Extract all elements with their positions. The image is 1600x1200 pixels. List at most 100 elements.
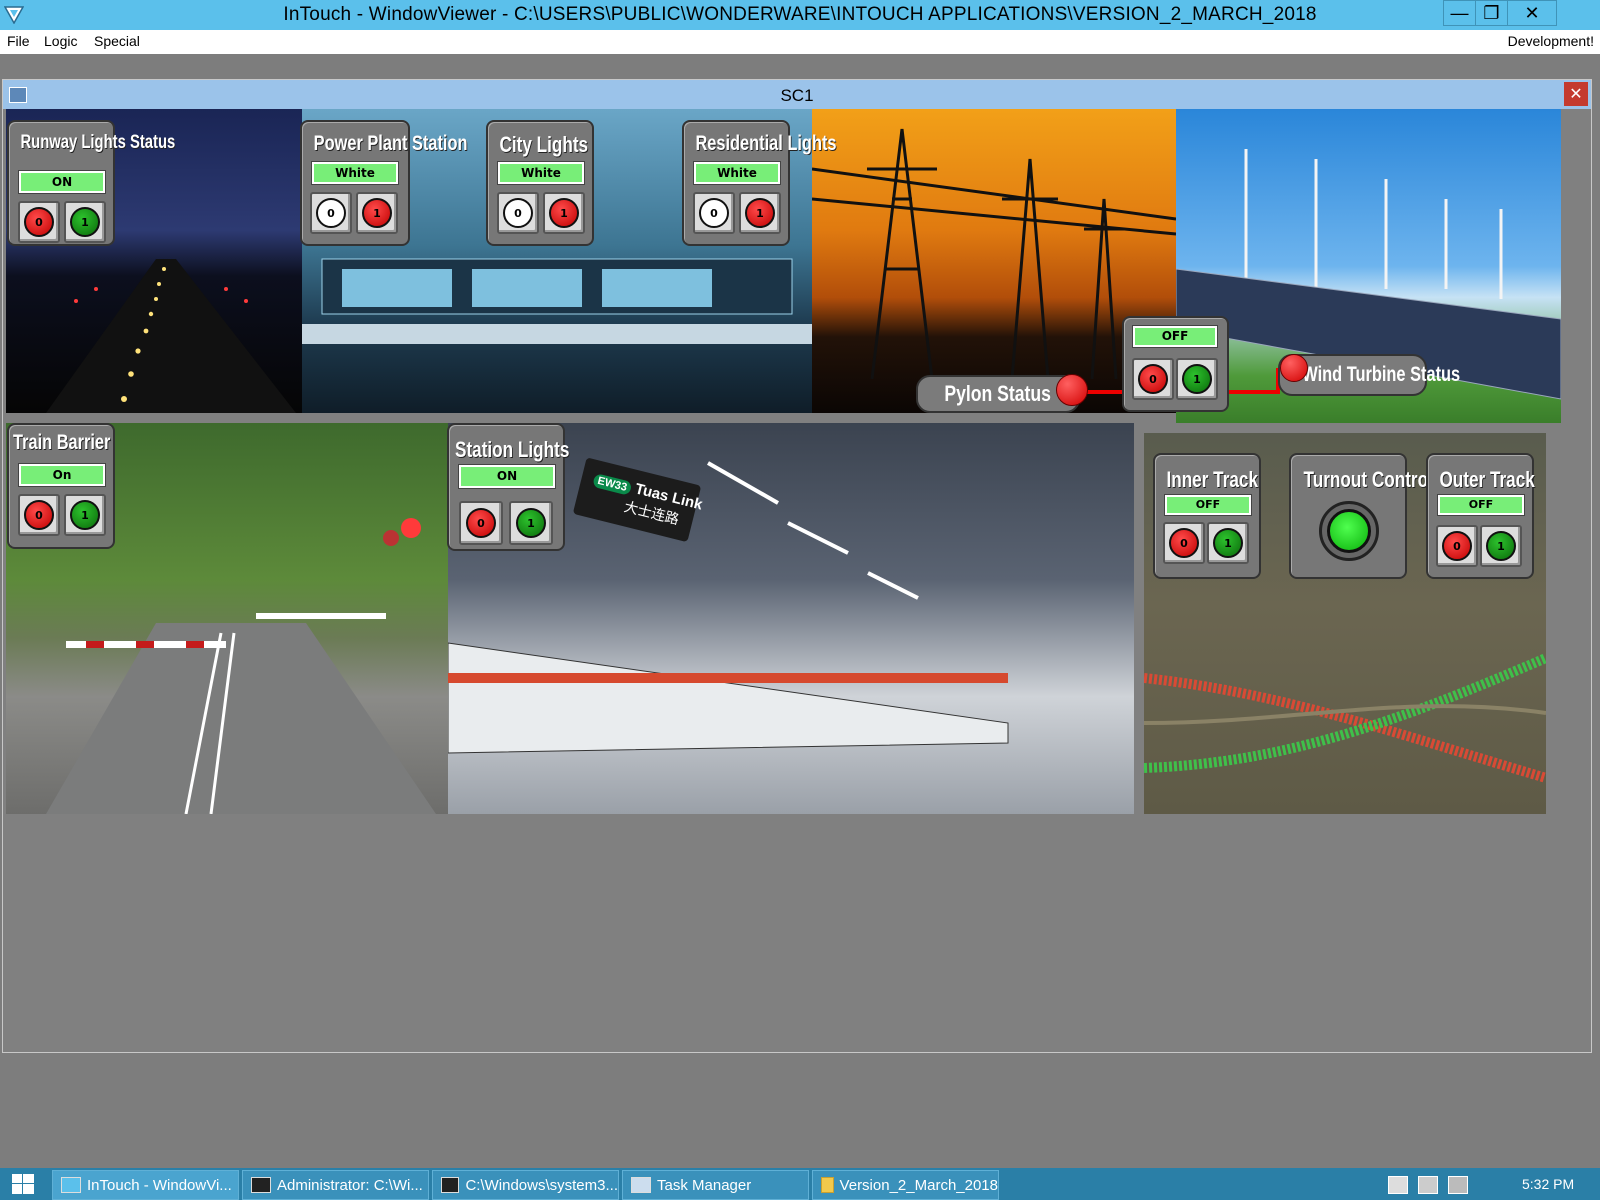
taskbar-item-label: Administrator: C:\Wi... [277,1176,423,1194]
train-barrier-on-button[interactable]: 1 [64,494,106,536]
train-barrier-off-button[interactable]: 0 [18,494,60,536]
pylon-status-label: Pylon Status [944,381,1052,406]
panel-title: Outer Track [1439,467,1535,492]
runway-on-button[interactable]: 1 [64,201,106,243]
red-lamp-icon: 0 [24,207,54,237]
residential-lights-panel: Residential Lights White 0 1 [682,120,837,246]
taskbar-item-folder[interactable]: Version_2_March_2018 [812,1170,999,1200]
restore-icon: ❐ [1483,2,1500,23]
start-button[interactable] [12,1174,34,1194]
green-indicator-icon [1327,509,1371,553]
outer-track-off-button[interactable]: 0 [1436,525,1478,567]
minimize-icon: — [1450,2,1469,23]
inner-track-status: OFF [1165,495,1251,515]
taskbar-item-task-manager[interactable]: Task Manager [622,1170,809,1200]
pylon-on-button[interactable]: 1 [1176,358,1218,400]
red-lamp-icon: 0 [1442,531,1472,561]
wind-indicator-icon [1280,354,1308,382]
pylon-indicator-icon [1056,374,1088,406]
outer-track-on-button[interactable]: 1 [1480,525,1522,567]
close-icon: ✕ [1524,2,1540,23]
window-title: InTouch - WindowViewer - C:\USERS\PUBLIC… [283,4,1317,25]
inner-track-on-button[interactable]: 1 [1207,522,1249,564]
cmd-icon [441,1177,460,1193]
red-lamp-icon: 1 [362,198,392,228]
station-off-button[interactable]: 0 [459,501,503,545]
green-lamp-icon: 1 [1486,531,1516,561]
intouch-icon [61,1177,81,1193]
taskbar-item-label: InTouch - WindowVi... [87,1176,232,1194]
close-icon: ✕ [1569,86,1583,103]
system-tray [1388,1176,1468,1194]
residential-off-button[interactable]: 0 [693,192,735,234]
panel-title: Station Lights [455,437,570,462]
panel-title: Train Barrier [13,431,111,454]
runway-lights-panel: Runway Lights Status ON 0 1 [7,120,175,246]
station-lights-panel: Station Lights ON 0 1 [447,423,570,551]
close-button[interactable]: ✕ [1507,0,1557,26]
pylon-control-panel: OFF 0 1 [1122,316,1229,412]
pylon-status: OFF [1133,326,1217,347]
residential-on-button[interactable]: 1 [739,192,781,234]
power-plant-on-button[interactable]: 1 [356,192,398,234]
folder-icon [821,1177,834,1193]
white-lamp-icon: 0 [699,198,729,228]
menu-special[interactable]: Special [94,33,140,49]
task-manager-icon [631,1177,651,1193]
turnout-toggle-button[interactable] [1319,501,1379,561]
station-on-button[interactable]: 1 [509,501,553,545]
sc1-close-button[interactable]: ✕ [1564,82,1588,106]
power-plant-off-button[interactable]: 0 [310,192,352,234]
train-barrier-status: On [19,464,105,486]
red-lamp-icon: 0 [1138,364,1168,394]
outer-track-panel: Outer Track OFF 0 1 [1426,453,1535,579]
taskbar-item-system-cmd[interactable]: C:\Windows\system3... [432,1170,619,1200]
taskbar-item-label: Task Manager [657,1176,752,1194]
turnout-control-panel: Turnout Control [1289,453,1433,579]
city-lights-panel: City Lights White 0 1 [486,120,594,246]
menu-development[interactable]: Development! [1508,33,1594,49]
station-status: ON [459,465,555,488]
cmd-icon [251,1177,271,1193]
restore-button[interactable]: ❐ [1475,0,1508,26]
white-lamp-icon: 0 [316,198,346,228]
wind-turbine-label: Wind Turbine Status [1302,363,1461,386]
city-on-button[interactable]: 1 [543,192,585,234]
runway-status: ON [19,171,105,193]
sc1-titlebar: SC1 ✕ [3,80,1591,109]
network-icon[interactable] [1418,1176,1438,1194]
green-lamp-icon: 1 [70,207,100,237]
window-titlebar: InTouch - WindowViewer - C:\USERS\PUBLIC… [0,0,1600,30]
menu-file[interactable]: File [7,33,30,49]
city-status: White [498,162,584,184]
power-plant-panel: Power Plant Station White 0 1 [300,120,467,246]
green-lamp-icon: 1 [1182,364,1212,394]
taskbar-item-admin-cmd[interactable]: Administrator: C:\Wi... [242,1170,429,1200]
inner-track-panel: Inner Track OFF 0 1 [1153,453,1261,579]
white-lamp-icon: 0 [503,198,533,228]
inner-track-off-button[interactable]: 0 [1163,522,1205,564]
green-lamp-icon: 1 [70,500,100,530]
power-plant-status: White [312,162,398,184]
pylon-off-button[interactable]: 0 [1132,358,1174,400]
menu-bar: File Logic Special Development! [0,30,1600,54]
panel-title: Inner Track [1166,467,1259,492]
minimize-button[interactable]: — [1443,0,1476,26]
flag-icon[interactable] [1388,1176,1408,1194]
clock[interactable]: 5:32 PM [1522,1176,1574,1192]
train-barrier-panel: Train Barrier On 0 1 [7,423,115,549]
taskbar-item-intouch[interactable]: InTouch - WindowVi... [52,1170,239,1200]
menu-logic[interactable]: Logic [44,33,77,49]
panel-title: City Lights [499,132,589,157]
red-lamp-icon: 1 [549,198,579,228]
runway-off-button[interactable]: 0 [18,201,60,243]
city-off-button[interactable]: 0 [497,192,539,234]
red-lamp-icon: 1 [745,198,775,228]
green-lamp-icon: 1 [516,508,546,538]
residential-status: White [694,162,780,184]
taskbar: InTouch - WindowVi... Administrator: C:\… [0,1168,1600,1200]
sc1-title: SC1 [780,86,814,105]
red-lamp-icon: 0 [24,500,54,530]
speaker-icon[interactable] [1448,1176,1468,1194]
green-lamp-icon: 1 [1213,528,1243,558]
